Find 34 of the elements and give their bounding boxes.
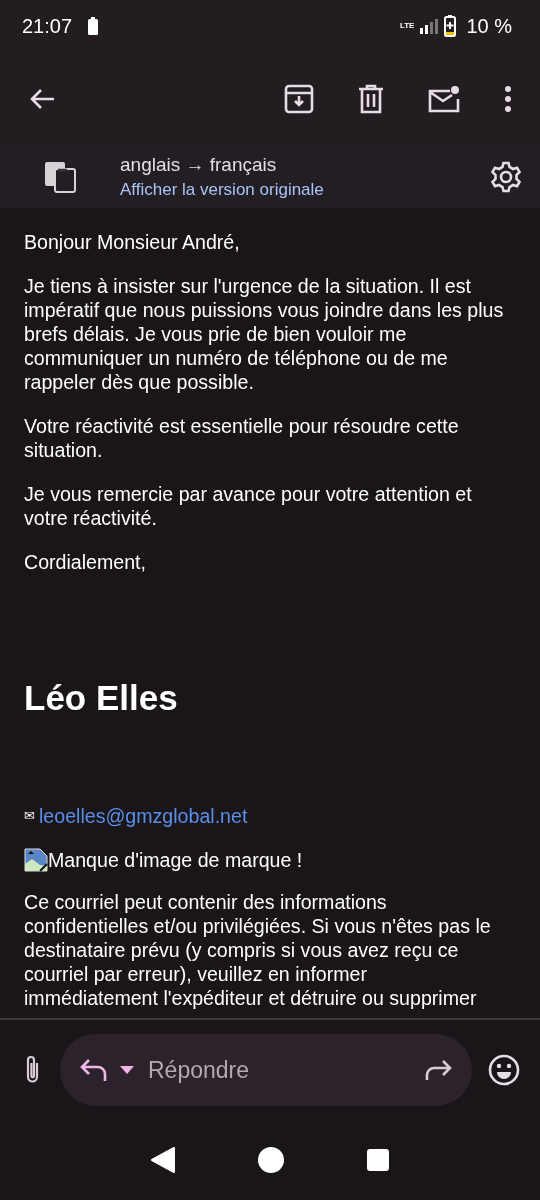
nav-recents-icon[interactable] <box>366 1149 389 1171</box>
back-icon[interactable] <box>28 86 56 111</box>
signature-name: Léo Elles <box>24 678 179 718</box>
status-time: 21:07 <box>22 14 73 38</box>
greeting-text: Bonjour Monsieur André, <box>24 230 241 254</box>
battery-icon <box>88 17 99 35</box>
reply-icon[interactable] <box>80 1058 108 1082</box>
body-paragraph: Je tiens à insister sur l'urgence de la situation. Il est impératif que nous puissions vous joindre dans les plus brefs délais. Je vous prie de bien vouloir me communiquer un numéro de téléphone ou de me rappeler dès que possible. <box>24 274 505 394</box>
battery-percent: 10 % <box>466 14 512 38</box>
reply-bar[interactable]: Répondre <box>60 1034 472 1106</box>
email-link[interactable]: leoelles@gmzglobal.net <box>39 804 248 828</box>
body-paragraph: Votre réactivité est essentielle pour résoudre cette situation. <box>24 414 460 462</box>
broken-image-icon <box>24 848 48 872</box>
closing-text: Cordialement, <box>24 550 147 574</box>
forward-icon[interactable] <box>424 1059 452 1081</box>
envelope-symbol: ✉ <box>24 807 35 825</box>
emoji-icon[interactable] <box>488 1054 520 1086</box>
more-icon[interactable] <box>504 85 512 112</box>
dropdown-caret-icon[interactable] <box>120 1066 134 1074</box>
body-paragraph: Je vous remercie par avance pour votre attention et votre réactivité. <box>24 482 473 530</box>
reply-field[interactable]: Répondre <box>146 1055 412 1085</box>
battery-icon <box>444 15 457 37</box>
archive-icon[interactable] <box>284 83 314 114</box>
translation-languages: anglais → français <box>120 153 278 176</box>
signal-icon <box>420 18 439 34</box>
nav-back-icon[interactable] <box>151 1147 176 1173</box>
mail-unread-icon[interactable] <box>428 84 460 113</box>
disclaimer-text: Ce courriel peut contenir des informations confidentielles et/ou privilégiées. Si vous n'êtes pas le destinataire prévu (y compris si vous avez reçu ce courriel par erreur), veuillez en informer immédiatement l'expéditeur et détruire ou supprimer <box>24 890 492 1010</box>
nav-home-icon[interactable] <box>258 1147 284 1173</box>
image-alt-text: Manque d'image de marque ! <box>48 848 303 872</box>
delete-icon[interactable] <box>358 83 384 114</box>
show-original-link[interactable]: Afficher la version originale <box>120 179 324 200</box>
settings-icon[interactable] <box>490 160 522 193</box>
network-type: LTE <box>399 22 415 30</box>
